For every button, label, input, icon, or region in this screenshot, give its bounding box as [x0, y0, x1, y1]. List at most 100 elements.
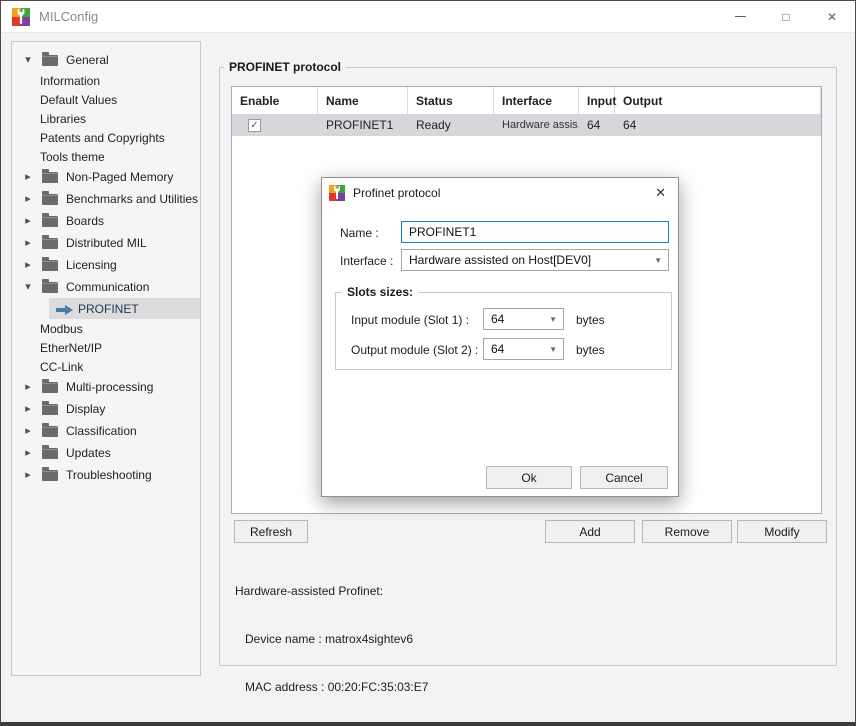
ok-button[interactable]: Ok: [486, 466, 572, 489]
output-module-dropdown[interactable]: 64 ▼: [483, 338, 564, 360]
expander-icon[interactable]: ▸: [22, 470, 34, 481]
cancel-button[interactable]: Cancel: [580, 466, 668, 489]
name-cell: PROFINET1: [318, 118, 408, 132]
interface-cell: Hardware assis...: [494, 119, 579, 131]
sidebar-item-cc-link[interactable]: CC-Link: [12, 357, 200, 376]
info-line: Hardware-assisted Profinet:: [235, 583, 428, 599]
output-cell: 64: [615, 118, 821, 132]
output-module-label: Output module (Slot 2) :: [351, 343, 478, 357]
folder-icon: [42, 282, 58, 293]
folder-icon: [42, 172, 58, 183]
sidebar-item-classification[interactable]: ▸ Classification: [12, 420, 200, 442]
input-cell: 64: [579, 118, 615, 132]
dialog-close-icon[interactable]: ✕: [655, 185, 666, 201]
output-unit-label: bytes: [576, 343, 605, 357]
interface-dropdown[interactable]: Hardware assisted on Host[DEV0] ▼: [401, 249, 669, 271]
chevron-down-icon: ▼: [654, 256, 662, 265]
col-name: Name: [318, 87, 408, 114]
settings-tree: ▾ General Information Default Values Lib…: [11, 41, 201, 676]
sidebar-item-troubleshooting[interactable]: ▸ Troubleshooting: [12, 464, 200, 486]
chevron-down-icon: ▼: [549, 315, 557, 324]
current-page-arrow-icon: [56, 304, 73, 314]
sidebar-item-multi-processing[interactable]: ▸ Multi-processing: [12, 376, 200, 398]
info-line: Device name : matrox4sightev6: [235, 631, 428, 647]
table-row[interactable]: ✓ PROFINET1 Ready Hardware assis... 64 6…: [232, 114, 821, 136]
dialog-title: Profinet protocol: [353, 186, 440, 200]
folder-icon: [42, 55, 58, 66]
profinet-protocol-dialog: Profinet protocol ✕ Name : Interface : H…: [321, 177, 679, 497]
expander-icon[interactable]: ▸: [22, 216, 34, 227]
sidebar-item-ethernet-ip[interactable]: EtherNet/IP: [12, 338, 200, 357]
enable-cell: ✓: [232, 119, 318, 132]
expander-icon[interactable]: ▸: [22, 172, 34, 183]
title-bar: MILConfig □ ✕: [1, 1, 855, 33]
window-controls: □ ✕: [717, 1, 855, 32]
sidebar-item-patents[interactable]: Patents and Copyrights: [12, 128, 200, 147]
sidebar-item-updates[interactable]: ▸ Updates: [12, 442, 200, 464]
sidebar-item-profinet[interactable]: PROFINET: [49, 298, 201, 319]
name-label: Name :: [340, 226, 379, 240]
expander-icon[interactable]: ▾: [22, 282, 34, 293]
input-module-value: 64: [491, 312, 504, 326]
folder-icon: [42, 260, 58, 271]
maximize-button[interactable]: □: [763, 1, 809, 32]
expander-icon[interactable]: ▸: [22, 382, 34, 393]
sidebar-item-distributed-mil[interactable]: ▸ Distributed MIL: [12, 232, 200, 254]
sidebar-item-non-paged-memory[interactable]: ▸ Non-Paged Memory: [12, 166, 200, 188]
minimize-button[interactable]: [717, 1, 763, 32]
sidebar-item-boards[interactable]: ▸ Boards: [12, 210, 200, 232]
input-unit-label: bytes: [576, 313, 605, 327]
modify-button[interactable]: Modify: [737, 520, 827, 543]
name-input[interactable]: [401, 221, 669, 243]
folder-icon: [42, 448, 58, 459]
slots-sizes-group: Slots sizes: Input module (Slot 1) : 64 …: [335, 292, 672, 370]
sidebar-item-libraries[interactable]: Libraries: [12, 109, 200, 128]
app-logo-icon: [329, 185, 345, 201]
expander-icon[interactable]: ▸: [22, 426, 34, 437]
slots-sizes-title: Slots sizes:: [342, 285, 418, 299]
group-title: PROFINET protocol: [224, 60, 346, 74]
remove-button[interactable]: Remove: [642, 520, 732, 543]
col-interface: Interface: [494, 87, 579, 114]
sidebar-item-display[interactable]: ▸ Display: [12, 398, 200, 420]
interface-selected-value: Hardware assisted on Host[DEV0]: [409, 253, 591, 267]
input-module-label: Input module (Slot 1) :: [351, 313, 469, 327]
sidebar-item-modbus[interactable]: Modbus: [12, 319, 200, 338]
profinet-info-text: Hardware-assisted Profinet: Device name …: [235, 551, 428, 726]
folder-icon: [42, 382, 58, 393]
dialog-title-bar: Profinet protocol ✕: [322, 178, 678, 208]
app-logo-icon: [12, 8, 30, 26]
sidebar-item-benchmarks[interactable]: ▸ Benchmarks and Utilities: [12, 188, 200, 210]
expander-icon[interactable]: ▾: [22, 55, 34, 66]
expander-icon[interactable]: ▸: [22, 194, 34, 205]
close-button[interactable]: ✕: [809, 1, 855, 32]
folder-icon: [42, 238, 58, 249]
folder-icon: [42, 216, 58, 227]
expander-icon[interactable]: ▸: [22, 404, 34, 415]
expander-icon[interactable]: ▸: [22, 238, 34, 249]
status-cell: Ready: [408, 118, 494, 132]
add-button[interactable]: Add: [545, 520, 635, 543]
col-enable: Enable: [232, 87, 318, 114]
input-module-dropdown[interactable]: 64 ▼: [483, 308, 564, 330]
folder-icon: [42, 194, 58, 205]
refresh-button[interactable]: Refresh: [234, 520, 308, 543]
table-header: Enable Name Status Interface Input Outpu…: [232, 87, 821, 114]
expander-icon[interactable]: ▸: [22, 448, 34, 459]
sidebar-item-tools-theme[interactable]: Tools theme: [12, 147, 200, 166]
col-input: Input: [579, 87, 615, 114]
expander-icon[interactable]: ▸: [22, 260, 34, 271]
milconfig-window: MILConfig □ ✕ ▾ General Information Defa…: [0, 0, 856, 726]
sidebar-item-general[interactable]: ▾ General: [12, 49, 200, 71]
sidebar-item-default-values[interactable]: Default Values: [12, 90, 200, 109]
info-line: MAC address : 00:20:FC:35:03:E7: [235, 679, 428, 695]
output-module-value: 64: [491, 342, 504, 356]
sidebar-item-information[interactable]: Information: [12, 71, 200, 90]
folder-icon: [42, 470, 58, 481]
sidebar-item-licensing[interactable]: ▸ Licensing: [12, 254, 200, 276]
window-title: MILConfig: [39, 9, 98, 24]
folder-icon: [42, 404, 58, 415]
sidebar-item-communication[interactable]: ▾ Communication: [12, 276, 200, 298]
chevron-down-icon: ▼: [549, 345, 557, 354]
enable-checkbox[interactable]: ✓: [248, 119, 261, 132]
